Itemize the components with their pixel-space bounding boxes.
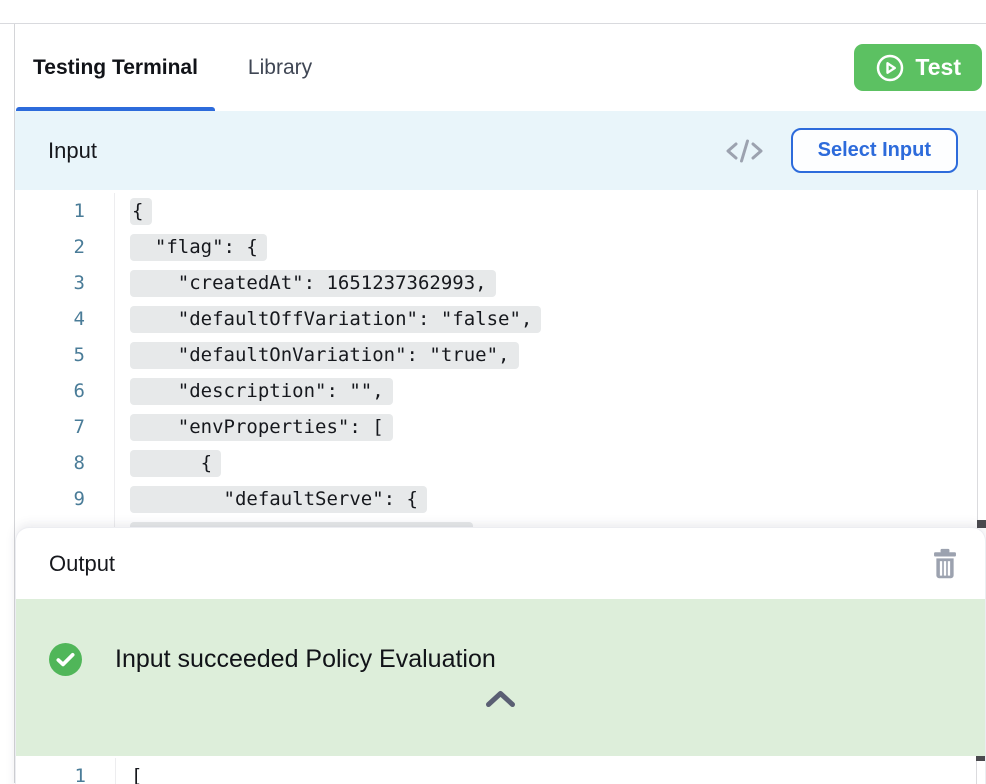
tab-testing-terminal-label: Testing Terminal bbox=[33, 56, 198, 80]
tab-library-label: Library bbox=[248, 56, 312, 80]
code-line[interactable]: 5 "defaultOnVariation": "true", bbox=[15, 337, 986, 373]
line-number: 4 bbox=[15, 301, 115, 337]
selected-code-text: { bbox=[130, 198, 152, 225]
output-scrollbar-thumb[interactable] bbox=[976, 756, 985, 761]
status-message: Input succeeded Policy Evaluation bbox=[115, 645, 496, 674]
code-text: "createdAt": 1651237362993, bbox=[115, 265, 496, 301]
input-code-editor[interactable]: 1{2 "flag": {3 "createdAt": 165123736299… bbox=[15, 190, 986, 535]
collapse-banner-button[interactable] bbox=[484, 689, 517, 709]
output-panel: Output bbox=[15, 527, 986, 784]
selected-code-text: "defaultOnVariation": "true", bbox=[130, 342, 519, 369]
selected-code-text: "defaultServe": { bbox=[130, 486, 427, 513]
status-row: Input succeeded Policy Evaluation bbox=[16, 599, 985, 676]
output-section-title: Output bbox=[49, 551, 115, 577]
code-line[interactable]: 7 "envProperties": [ bbox=[15, 409, 986, 445]
code-text: "envProperties": [ bbox=[115, 409, 393, 445]
line-number: 1 bbox=[15, 193, 115, 229]
line-number: 2 bbox=[15, 229, 115, 265]
check-circle-icon bbox=[49, 643, 82, 676]
code-text: { bbox=[115, 193, 152, 229]
code-text: { bbox=[115, 445, 221, 481]
output-code-editor[interactable]: 1[ bbox=[16, 756, 985, 784]
status-banner: Input succeeded Policy Evaluation bbox=[16, 599, 985, 756]
line-number: 9 bbox=[15, 481, 115, 517]
selected-code-text: "defaultOffVariation": "false", bbox=[130, 306, 541, 333]
test-button[interactable]: Test bbox=[854, 44, 982, 91]
chevron-up-icon bbox=[484, 689, 517, 709]
code-line[interactable]: 8 { bbox=[15, 445, 986, 481]
output-section-header: Output bbox=[16, 528, 985, 599]
code-line[interactable]: 9 "defaultServe": { bbox=[15, 481, 986, 517]
selected-code-text: { bbox=[130, 450, 221, 477]
line-number: 6 bbox=[15, 373, 115, 409]
input-section-title: Input bbox=[48, 138, 97, 164]
code-view-button[interactable] bbox=[724, 137, 765, 165]
top-margin-strip bbox=[0, 0, 986, 24]
selected-code-text: "envProperties": [ bbox=[130, 414, 393, 441]
tab-library[interactable]: Library bbox=[244, 24, 316, 111]
select-input-button[interactable]: Select Input bbox=[791, 128, 958, 173]
input-scrollbar-thumb[interactable] bbox=[977, 520, 986, 528]
code-line[interactable]: 3 "createdAt": 1651237362993, bbox=[15, 265, 986, 301]
code-brackets-icon bbox=[724, 137, 765, 165]
test-button-label: Test bbox=[915, 54, 961, 81]
code-text: "flag": { bbox=[115, 229, 267, 265]
line-number: 3 bbox=[15, 265, 115, 301]
tab-testing-terminal[interactable]: Testing Terminal bbox=[15, 24, 216, 111]
input-header-actions: Select Input bbox=[724, 128, 958, 173]
line-number: 7 bbox=[15, 409, 115, 445]
code-text: [ bbox=[116, 758, 142, 784]
code-line[interactable]: 6 "description": "", bbox=[15, 373, 986, 409]
code-line[interactable]: 4 "defaultOffVariation": "false", bbox=[15, 301, 986, 337]
clear-output-button[interactable] bbox=[931, 547, 959, 580]
play-circle-icon bbox=[875, 53, 905, 83]
tab-bar: Testing Terminal Library Test bbox=[15, 24, 986, 111]
code-text: "defaultServe": { bbox=[115, 481, 427, 517]
line-number: 1 bbox=[16, 758, 116, 784]
line-number: 8 bbox=[15, 445, 115, 481]
input-section-header: Input Select Input bbox=[15, 111, 986, 190]
code-text: "defaultOffVariation": "false", bbox=[115, 301, 541, 337]
selected-code-text: "description": "", bbox=[130, 378, 393, 405]
input-scrollbar-track[interactable] bbox=[977, 190, 978, 535]
selected-code-text: "flag": { bbox=[130, 234, 267, 261]
terminal-frame: Testing Terminal Library Test Input bbox=[14, 24, 986, 783]
code-line[interactable]: 1[ bbox=[16, 758, 985, 784]
code-text: "description": "", bbox=[115, 373, 393, 409]
code-line[interactable]: 2 "flag": { bbox=[15, 229, 986, 265]
code-line[interactable]: 1{ bbox=[15, 193, 986, 229]
trash-icon bbox=[931, 547, 959, 580]
line-number: 5 bbox=[15, 337, 115, 373]
code-text: "defaultOnVariation": "true", bbox=[115, 337, 519, 373]
selected-code-text: "createdAt": 1651237362993, bbox=[130, 270, 496, 297]
